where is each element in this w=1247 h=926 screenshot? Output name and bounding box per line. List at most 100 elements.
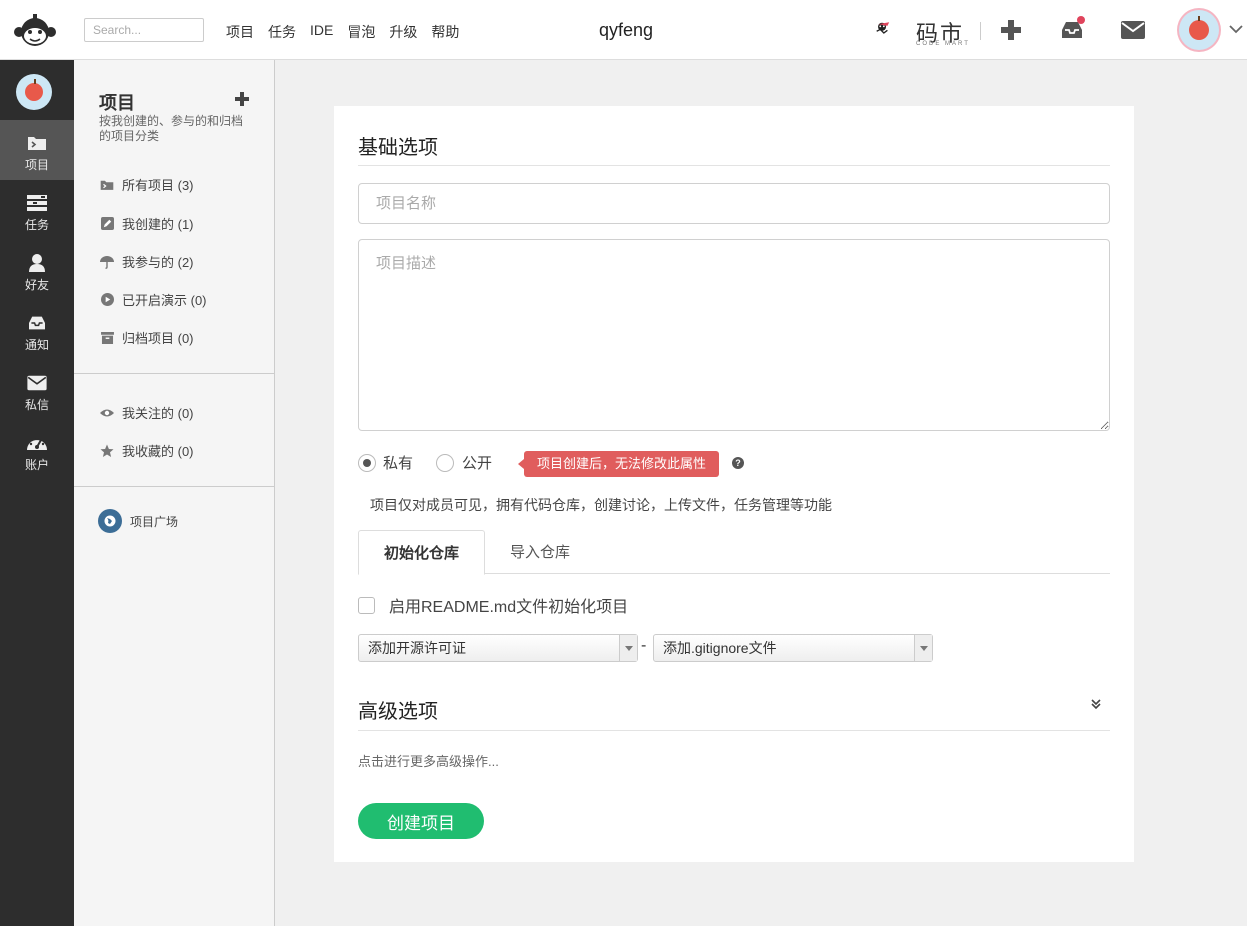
apple-avatar-icon xyxy=(1189,16,1209,40)
private-radio[interactable] xyxy=(358,453,376,472)
sidebar-title: 项目 xyxy=(99,93,135,113)
tab-import-repo[interactable]: 导入仓库 xyxy=(485,530,595,574)
user-avatar[interactable] xyxy=(1179,10,1219,50)
play-icon xyxy=(100,293,114,306)
nav-tasks[interactable]: 任务 xyxy=(268,22,296,42)
visibility-options: 私有 公开 xyxy=(358,452,492,473)
gitignore-select-value: 添加.gitignore文件 xyxy=(663,640,777,656)
umbrella-icon xyxy=(100,255,114,269)
apple-avatar-icon xyxy=(25,79,43,101)
visibility-tooltip: 项目创建后，无法修改此属性 xyxy=(517,451,720,477)
public-radio[interactable] xyxy=(436,453,455,472)
divider xyxy=(980,22,981,40)
license-select-value: 添加开源许可证 xyxy=(368,640,466,656)
mail-icon[interactable] xyxy=(1119,16,1147,44)
top-bar: 项目 任务 IDE 冒泡 升级 帮助 qyfeng 码市 CODE MART xyxy=(0,0,1247,60)
eye-icon xyxy=(100,409,114,416)
select-arrow-icon xyxy=(619,635,637,661)
monkey-logo-icon[interactable] xyxy=(12,12,58,48)
notification-dot xyxy=(1077,16,1085,24)
sidebar-item-joined[interactable]: 我参与的 (2) xyxy=(100,252,194,271)
private-label[interactable]: 私有 xyxy=(383,452,413,473)
nav-help[interactable]: 帮助 xyxy=(431,22,459,42)
edit-icon xyxy=(100,217,114,230)
sidebar-item-label: 任务 xyxy=(24,218,49,232)
star-icon xyxy=(100,444,114,457)
sidebar-item-all-projects[interactable]: 所有项目 (3) xyxy=(100,175,194,194)
inbox-icon[interactable] xyxy=(1058,16,1086,44)
page-title: qyfeng xyxy=(598,20,654,40)
inbox-icon xyxy=(29,316,45,330)
brand-mascot-icon[interactable] xyxy=(874,8,916,50)
top-nav: 项目 任务 IDE 冒泡 升级 帮助 xyxy=(226,22,459,42)
sidebar-item-watching[interactable]: 我关注的 (0) xyxy=(100,403,194,422)
brand-subtitle: CODE MART xyxy=(916,41,970,47)
visibility-description: 项目仅对成员可见，拥有代码仓库，创建讨论，上传文件，任务管理等功能 xyxy=(370,497,832,513)
gitignore-select[interactable]: 添加.gitignore文件 xyxy=(653,634,933,662)
public-label[interactable]: 公开 xyxy=(462,452,492,473)
sidebar-item-label: 归档项目 (0) xyxy=(122,331,194,346)
divider xyxy=(74,373,274,374)
license-select[interactable]: 添加开源许可证 xyxy=(358,634,638,662)
project-description-textarea[interactable] xyxy=(358,239,1110,431)
sidebar-item-label: 我关注的 (0) xyxy=(122,406,194,421)
create-project-button[interactable]: 创建项目 xyxy=(358,803,484,839)
sidebar-avatar[interactable] xyxy=(16,74,52,110)
project-name-input[interactable] xyxy=(358,183,1110,224)
sidebar-item-messages[interactable]: 私信 xyxy=(0,360,74,420)
readme-option: 启用README.md文件初始化项目 xyxy=(358,593,628,617)
sidebar-item-created[interactable]: 我创建的 (1) xyxy=(100,214,194,233)
double-chevron-down-icon[interactable] xyxy=(1090,698,1102,710)
sidebar-item-label: 项目广场 xyxy=(130,514,179,529)
add-project-plus-icon[interactable] xyxy=(234,91,250,107)
project-sidebar: 项目 按我创建的、参与的和归档的项目分类 所有项目 (3) 我创建的 (1) 我… xyxy=(74,60,275,926)
readme-label[interactable]: 启用README.md文件初始化项目 xyxy=(389,593,628,617)
divider xyxy=(358,165,1110,166)
chevron-down-icon[interactable] xyxy=(1229,24,1243,34)
sidebar-description: 按我创建的、参与的和归档的项目分类 xyxy=(99,114,244,143)
select-separator: - xyxy=(641,637,647,654)
nav-upgrade[interactable]: 升级 xyxy=(389,22,417,42)
sidebar-item-label: 项目 xyxy=(24,158,49,172)
archive-icon xyxy=(100,331,114,344)
user-icon xyxy=(29,254,45,272)
nav-projects[interactable]: 项目 xyxy=(226,22,254,42)
sidebar-item-label: 我收藏的 (0) xyxy=(122,444,194,459)
nav-ide[interactable]: IDE xyxy=(310,22,333,42)
select-arrow-icon xyxy=(914,635,932,661)
help-question-icon[interactable]: ? xyxy=(732,457,744,469)
sidebar-item-account[interactable]: 账户 xyxy=(0,420,74,480)
sidebar-item-label: 所有项目 (3) xyxy=(122,178,194,193)
sidebar-item-friends[interactable]: 好友 xyxy=(0,240,74,300)
tasks-icon xyxy=(27,195,47,211)
mail-icon xyxy=(27,375,47,391)
sidebar-item-plaza[interactable]: 项目广场 xyxy=(98,509,178,533)
sidebar-item-label: 私信 xyxy=(24,398,49,412)
dashboard-icon xyxy=(27,437,47,450)
sidebar-item-starred[interactable]: 我收藏的 (0) xyxy=(100,441,194,460)
repo-tabs: 初始化仓库 导入仓库 xyxy=(358,530,1110,575)
search-input[interactable] xyxy=(84,18,204,42)
sidebar-item-label: 通知 xyxy=(24,338,49,352)
sidebar-item-label: 好友 xyxy=(24,278,49,292)
nav-bubble[interactable]: 冒泡 xyxy=(347,22,375,42)
create-project-form: 基础选项 私有 公开 项目创建后，无法修改此属性 ? 项目仅对成员可见，拥有代码… xyxy=(334,106,1134,862)
sidebar-item-tasks[interactable]: 任务 xyxy=(0,180,74,240)
project-icon xyxy=(28,137,46,150)
advanced-description[interactable]: 点击进行更多高级操作... xyxy=(358,751,499,770)
globe-icon xyxy=(98,509,122,533)
sidebar-item-label: 我参与的 (2) xyxy=(122,255,194,270)
divider xyxy=(358,730,1110,731)
folder-icon xyxy=(100,180,114,190)
sidebar-item-notifications[interactable]: 通知 xyxy=(0,300,74,360)
tab-init-repo[interactable]: 初始化仓库 xyxy=(358,530,485,575)
sidebar-item-demo[interactable]: 已开启演示 (0) xyxy=(100,290,207,309)
create-plus-icon[interactable] xyxy=(997,16,1025,44)
divider xyxy=(74,486,274,487)
basic-options-title: 基础选项 xyxy=(358,137,438,159)
readme-checkbox[interactable] xyxy=(358,596,375,614)
advanced-options-title[interactable]: 高级选项 xyxy=(358,695,438,724)
sidebar-item-projects[interactable]: 项目 xyxy=(0,120,74,180)
sidebar-item-archived[interactable]: 归档项目 (0) xyxy=(100,328,194,347)
sidebar-item-label: 我创建的 (1) xyxy=(122,217,194,232)
